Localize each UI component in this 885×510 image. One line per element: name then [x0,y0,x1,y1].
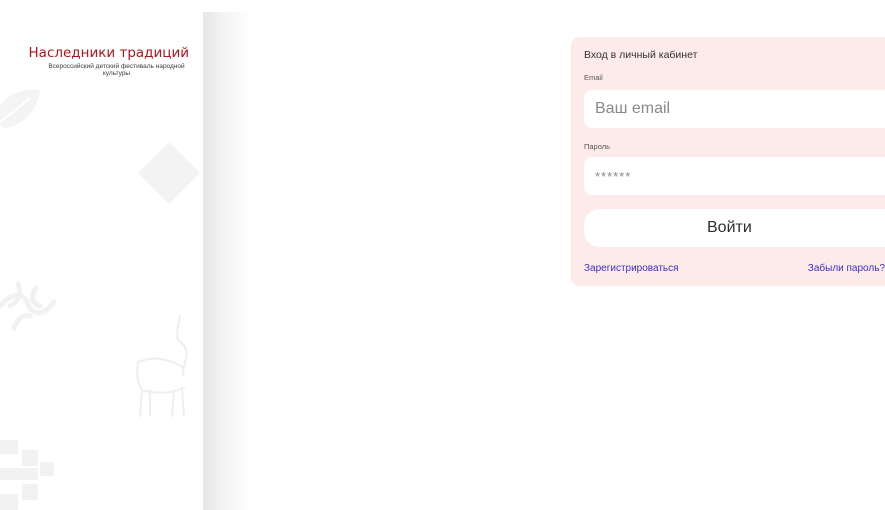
leaf-ornament-icon [0,89,40,128]
login-title: Вход в личный кабинет [584,49,698,61]
password-input[interactable] [595,168,885,184]
password-label: Пароль [584,142,611,151]
email-label: Email [584,73,603,82]
logo-subtitle: Всероссийский детский фестиваль народной… [48,63,185,77]
register-link[interactable]: Зарегистрироваться [584,263,679,274]
login-button[interactable]: Войти [584,209,885,247]
sidebar: Наследники традиций Всероссийский детски… [0,0,203,510]
forgot-password-link[interactable]: Забыли пароль? [808,263,885,274]
email-input[interactable] [595,100,885,118]
logo-title: Наследники традиций [28,45,189,61]
vine-ornament-icon [0,281,57,331]
sidebar-shadow [203,12,251,510]
cross-ornament-icon [0,440,54,510]
login-form: Вход в личный кабинет Email Пароль Войти… [571,37,885,286]
deer-ornament-icon [136,315,188,417]
password-field-wrapper [584,157,885,195]
email-field-wrapper [584,90,885,128]
login-page: Наследники традиций Всероссийский детски… [0,0,885,510]
site-logo[interactable]: Наследники традиций Всероссийский детски… [14,45,189,77]
diamond-ornament-icon [138,142,200,204]
